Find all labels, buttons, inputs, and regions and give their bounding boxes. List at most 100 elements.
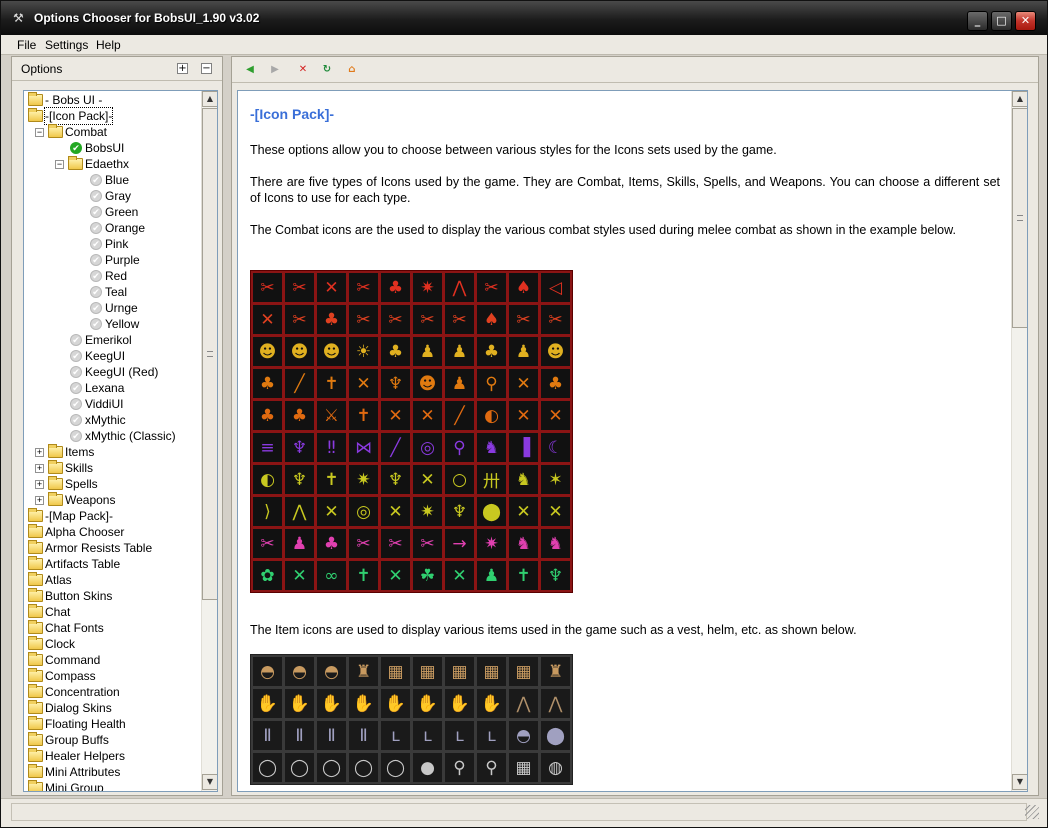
tree-item-label: -[Icon Pack]- <box>43 107 114 125</box>
icon-cell: ✕ <box>381 561 410 590</box>
collapse-icon[interactable]: − <box>55 160 64 169</box>
resize-grip-icon[interactable] <box>1025 805 1039 819</box>
icon-cell: ✶ <box>541 465 570 494</box>
content-scrollbar[interactable]: ▲ ▼ <box>1011 91 1027 791</box>
item-icons-image: ◓ ◓ ◓ ♜ ▦ ▦ ▦ ▦ ▦ ♜ ✋ ✋ ✋ ✋ ✋ ✋ ✋ ✋ ⋀ ⋀ Ⅱ Ⅱ Ⅱ Ⅱʟ ʟ ʟ ʟ ◓ ⬤ ◯ ◯ ◯ ◯ ◯ ● ⚲ ⚲ ▦ ◍ <box>250 654 573 785</box>
icon-cell: ♆ <box>381 369 410 398</box>
unchecked-icon: ✔ <box>70 350 82 362</box>
icon-cell: Ⅱ <box>253 721 282 750</box>
content-paragraph: There are five types of Icons used by th… <box>250 175 1000 205</box>
icon-cell: ✋ <box>413 689 442 718</box>
content-scroll-up-button[interactable]: ▲ <box>1012 91 1027 107</box>
close-button[interactable]: ✕ <box>1015 11 1036 31</box>
icon-cell: ☻ <box>541 337 570 366</box>
tree-item-label: Weapons <box>65 493 116 507</box>
icon-cell: ⚔ <box>317 401 346 430</box>
content-viewer[interactable]: -[Icon Pack]- These options allow you to… <box>237 90 1028 792</box>
folder-open-icon <box>48 124 63 138</box>
content-paragraph: These options allow you to choose betwee… <box>250 143 777 157</box>
content-scroll-thumb[interactable] <box>1012 108 1027 328</box>
expand-all-button[interactable]: + <box>177 63 188 74</box>
icon-cell: ✂ <box>253 273 282 302</box>
options-tree-view[interactable]: - Bobs UI - -[Icon Pack]- − Combat ✔ BobsUI − E… <box>23 90 218 792</box>
icon-cell: ◍ <box>541 753 570 782</box>
stop-button[interactable]: ✕ <box>295 62 311 78</box>
icon-cell: ✂ <box>541 305 570 334</box>
tree-item-label: Edaethx <box>85 157 130 171</box>
tree-item-label: - Bobs UI - <box>45 93 103 107</box>
folder-icon <box>28 684 43 698</box>
icon-cell: ▦ <box>445 657 474 686</box>
icon-cell: ◓ <box>317 657 346 686</box>
tree-scroll-down-button[interactable]: ▼ <box>202 774 217 790</box>
icon-cell: ✂ <box>285 273 314 302</box>
tree-item-label: Chat <box>45 605 71 619</box>
expand-icon[interactable]: + <box>35 496 44 505</box>
menu-bar: File Settings Help <box>1 35 1047 55</box>
maximize-button[interactable]: □ <box>991 11 1012 31</box>
tree-item-label: Floating Health <box>45 717 126 731</box>
menu-file[interactable]: File <box>17 38 36 52</box>
tree-item-label: Urnge <box>105 301 138 315</box>
app-icon: ⚒ <box>13 11 24 25</box>
icon-cell: ✂ <box>477 273 506 302</box>
expand-icon[interactable]: + <box>35 464 44 473</box>
refresh-button[interactable]: ↻ <box>319 62 335 78</box>
icon-cell: ✋ <box>477 689 506 718</box>
icon-cell: ✕ <box>317 497 346 526</box>
icon-cell: ☻ <box>285 337 314 366</box>
icon-cell: ✂ <box>253 529 282 558</box>
icon-cell: ⚲ <box>477 369 506 398</box>
icon-cell: ✂ <box>413 529 442 558</box>
minimize-button[interactable]: _ <box>967 11 988 31</box>
icon-cell: ✕ <box>381 401 410 430</box>
content-scroll-down-button[interactable]: ▼ <box>1012 774 1027 790</box>
icon-cell: ♆ <box>445 497 474 526</box>
icon-cell: ♟ <box>285 529 314 558</box>
expand-icon[interactable]: + <box>35 480 44 489</box>
collapse-icon[interactable]: − <box>35 128 44 137</box>
icon-cell: ☾ <box>541 433 570 462</box>
icon-cell: ▦ <box>477 657 506 686</box>
folder-icon <box>28 588 43 602</box>
folder-icon <box>28 780 43 791</box>
unchecked-icon: ✔ <box>90 174 102 186</box>
icon-cell: ♠ <box>477 305 506 334</box>
tree-item-label: Yellow <box>105 317 140 331</box>
icon-cell: 卅 <box>477 465 506 494</box>
tree-item-label: Atlas <box>45 573 72 587</box>
icon-cell: ✷ <box>413 497 442 526</box>
tree-item-label: Blue <box>105 173 130 187</box>
title-bar[interactable]: ⚒ Options Chooser for BobsUI_1.90 v3.02 … <box>1 1 1047 35</box>
menu-settings[interactable]: Settings <box>45 38 88 52</box>
tree-item-label: KeegUI (Red) <box>85 365 159 379</box>
folder-icon <box>28 748 43 762</box>
folder-icon <box>28 764 43 778</box>
options-panel-header: Options + − <box>12 57 222 81</box>
tree-item-label: Command <box>45 653 101 667</box>
menu-help[interactable]: Help <box>96 38 121 52</box>
home-button[interactable]: ⌂ <box>344 62 360 78</box>
folder-icon <box>28 732 43 746</box>
stop-icon: ✕ <box>298 64 308 75</box>
folder-icon <box>28 524 43 538</box>
expand-icon[interactable]: + <box>35 448 44 457</box>
icon-cell: ⋀ <box>509 689 538 718</box>
tree-item-label: KeegUI <box>85 349 126 363</box>
icon-cell: ⋀ <box>445 273 474 302</box>
tree-scroll-up-button[interactable]: ▲ <box>202 91 217 107</box>
icon-cell: ⋀ <box>541 689 570 718</box>
icon-cell: ☻ <box>413 369 442 398</box>
back-button[interactable]: ◀ <box>242 62 258 78</box>
icon-cell: ✝ <box>317 369 346 398</box>
tree-scroll-thumb[interactable] <box>202 108 217 600</box>
icon-cell: ⬤ <box>541 721 570 750</box>
folder-icon <box>48 444 63 458</box>
forward-button[interactable]: ▶ <box>267 62 283 78</box>
icon-cell: ✝ <box>349 561 378 590</box>
tree-scrollbar[interactable]: ▲ ▼ <box>201 91 217 791</box>
chevron-down-icon: ▼ <box>1016 777 1024 786</box>
collapse-all-button[interactable]: − <box>201 63 212 74</box>
icon-cell: ♆ <box>285 465 314 494</box>
icon-cell: ⋈ <box>349 433 378 462</box>
